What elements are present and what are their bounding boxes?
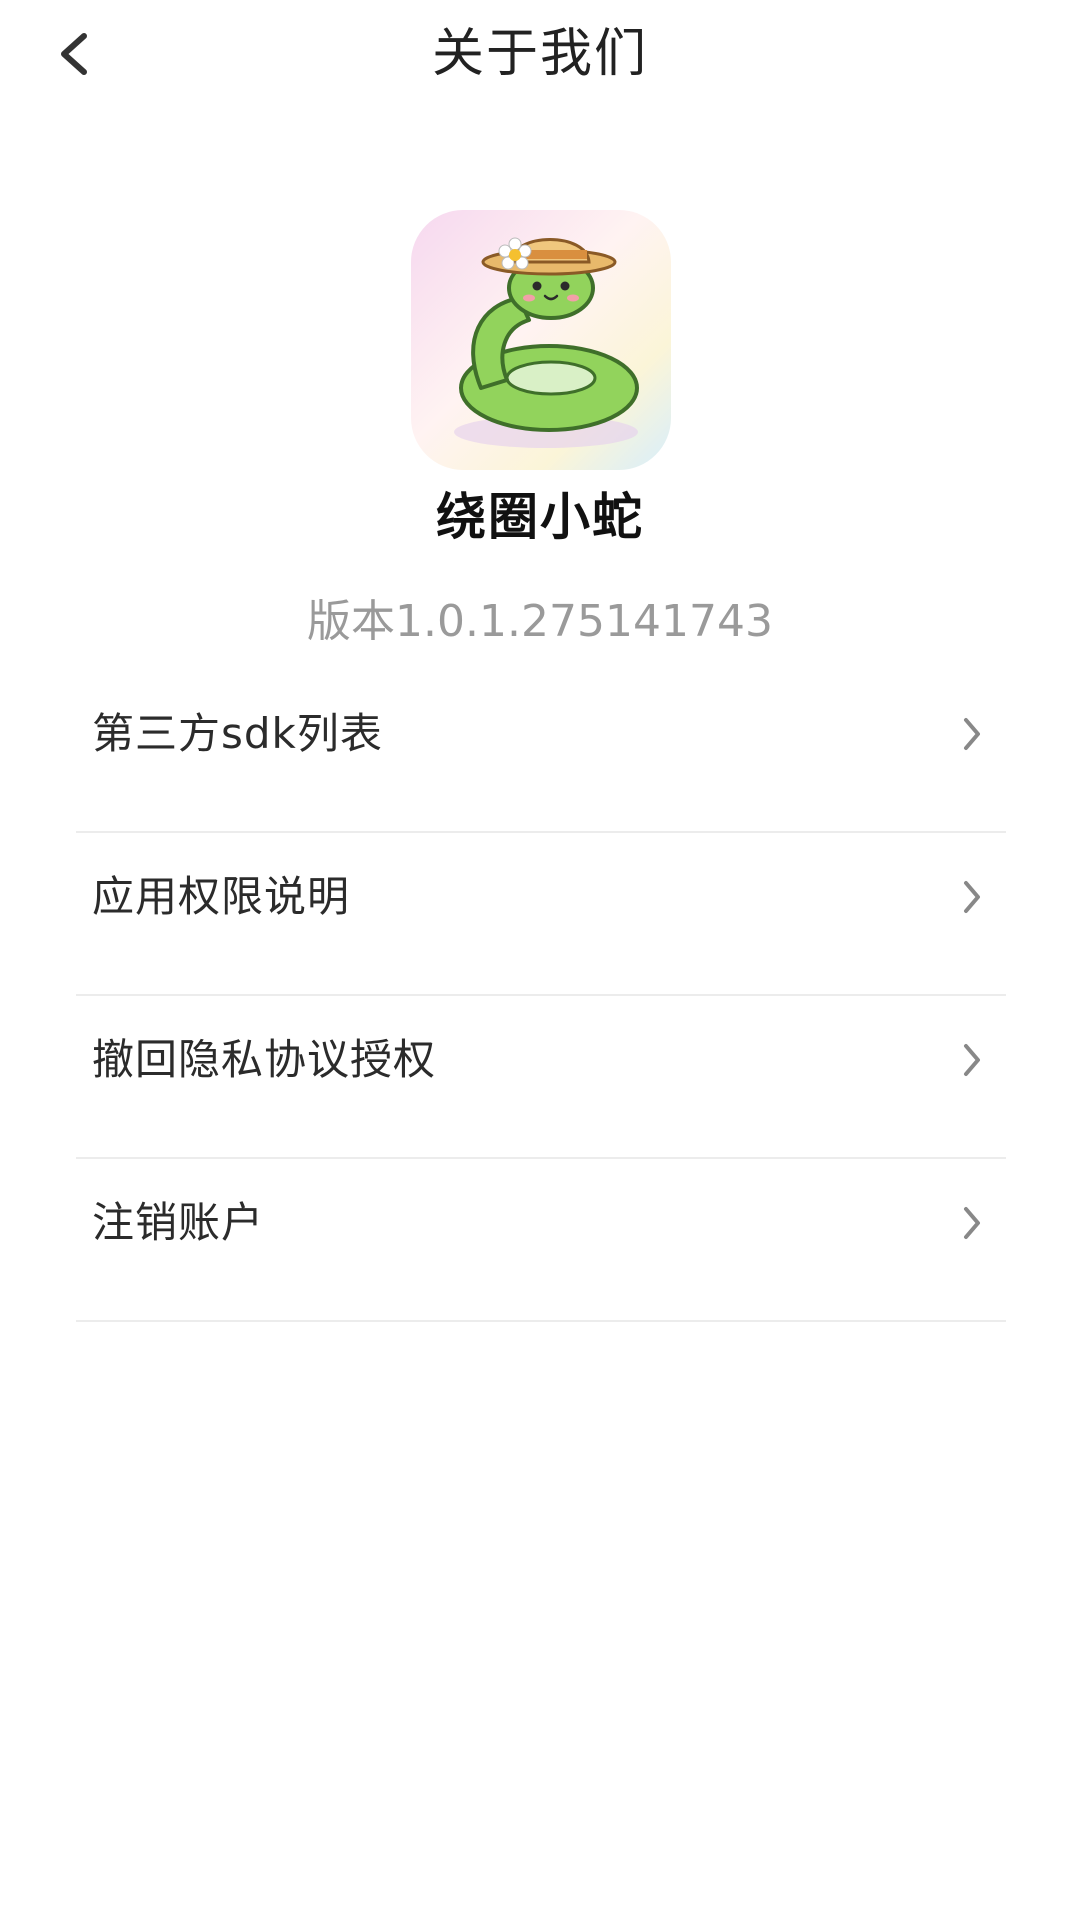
menu-item-label: 第三方sdk列表 xyxy=(92,709,383,758)
chevron-right-icon xyxy=(950,1201,994,1245)
chevron-right-icon xyxy=(950,875,994,919)
app-version: 版本1.0.1.275141743 xyxy=(307,596,773,647)
settings-menu: 第三方sdk列表 应用权限说明 撤回隐私协议授权 注销账户 xyxy=(76,670,1006,1322)
menu-item-delete-account[interactable]: 注销账户 xyxy=(76,1159,1006,1322)
app-name: 绕圈小蛇 xyxy=(436,488,644,546)
menu-item-revoke-privacy-consent[interactable]: 撤回隐私协议授权 xyxy=(76,996,1006,1159)
menu-item-label: 注销账户 xyxy=(92,1198,265,1247)
menu-item-label: 撤回隐私协议授权 xyxy=(92,1035,437,1084)
menu-item-app-permissions[interactable]: 应用权限说明 xyxy=(76,833,1006,996)
app-icon xyxy=(411,210,671,470)
chevron-right-icon xyxy=(950,712,994,756)
menu-item-label: 应用权限说明 xyxy=(92,872,351,921)
header: 关于我们 xyxy=(0,0,1080,112)
snake-with-straw-hat-icon xyxy=(411,210,671,470)
about-us-screen: 关于我们 绕圈小蛇 版本1.0.1.275141743 第三方sdk列表 应用权… xyxy=(0,0,1080,1920)
page-title: 关于我们 xyxy=(431,24,648,84)
chevron-right-icon xyxy=(950,1038,994,1082)
menu-item-third-party-sdk-list[interactable]: 第三方sdk列表 xyxy=(76,670,1006,833)
